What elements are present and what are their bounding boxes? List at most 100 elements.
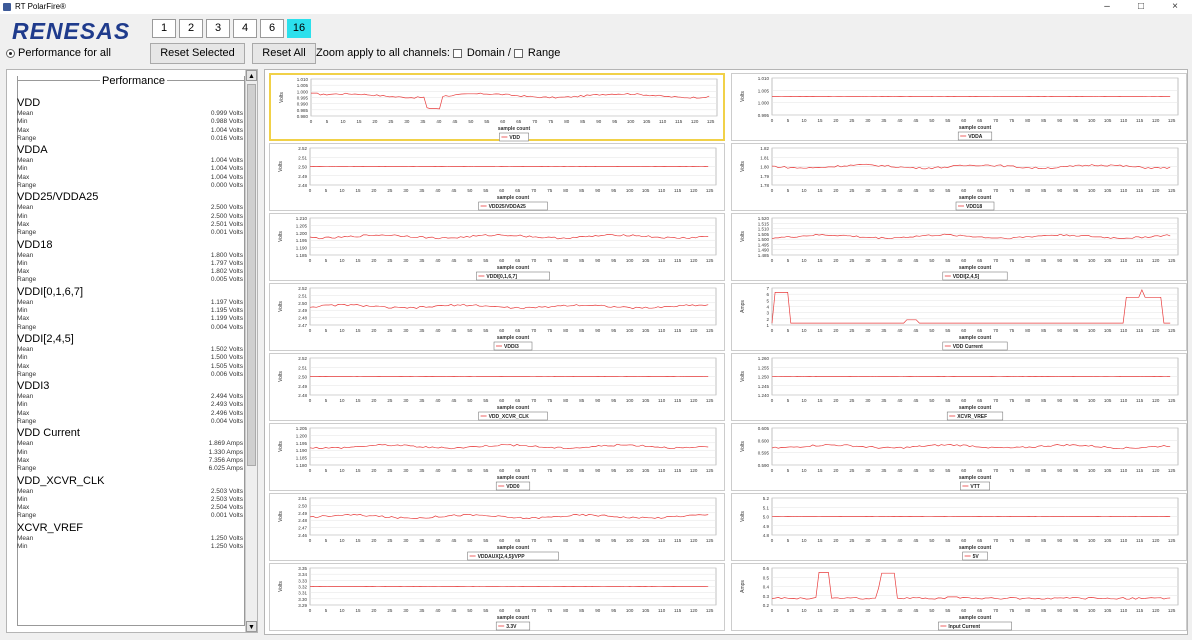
x-tick-label: 70 — [993, 468, 999, 473]
scroll-down-icon[interactable]: ▼ — [246, 621, 257, 632]
x-tick-label: 120 — [1152, 188, 1160, 193]
chart-panel[interactable]: 1.520 1.515 1.510 1.505 1.500 1.495 1.490 1.485… — [731, 213, 1187, 281]
range-checkbox[interactable] — [513, 48, 523, 58]
y-tick-label: 0.5 — [763, 575, 770, 580]
chart-panel[interactable]: 3.35 3.34 3.33 3.32 3.31 3.30 3.29 0 5 10 15 20 25 30… — [269, 563, 725, 631]
x-tick-label: 125 — [1168, 538, 1176, 543]
chart-panel[interactable]: 1.260 1.255 1.250 1.245 1.240 0 5 10 15 20 25 30 35 4… — [731, 353, 1187, 421]
stat-row: Mean 1.197 Volts — [17, 299, 245, 307]
x-tick-label: 35 — [419, 328, 425, 333]
line-chart: 2.51 2.50 2.49 2.48 2.47 2.460 5 10 15 20 25 30 35 40… — [278, 496, 717, 561]
x-tick-label: 85 — [1041, 608, 1047, 613]
page-button-4[interactable]: 4 — [233, 19, 257, 38]
x-tick-label: 40 — [435, 468, 441, 473]
chart-panel[interactable]: 2.52 2.51 2.50 2.49 2.48 0 5 10 15 20 25 30 35 40 45 50… — [269, 143, 725, 211]
scroll-thumb[interactable] — [247, 84, 256, 466]
x-tick-label: 30 — [404, 119, 410, 124]
x-tick-label: 100 — [626, 468, 634, 473]
y-tick-label: 1.005 — [297, 83, 309, 88]
chart-panel[interactable]: 1.010 1.005 1.000 0.995 0.990 0.985 0.980 0 5 10 1… — [269, 73, 725, 142]
x-tick-label: 5 — [787, 398, 790, 403]
chart-panel[interactable]: 7 6 5 4 3 2 1 0 5 10 15 20 25 30 35 40 45 50 55 60 65 70 75 80 8… — [731, 283, 1187, 351]
x-axis-label: sample count — [959, 475, 992, 481]
x-tick-label: 80 — [1025, 258, 1031, 263]
y-tick-label: 1.010 — [758, 76, 770, 81]
chart-panel[interactable]: 1.010 1.005 1.000 0.995 0 5 10 15 20 25 30 35 40 45 50… — [731, 73, 1187, 141]
performance-scrollbar[interactable]: ▲ ▼ — [245, 70, 257, 632]
x-tick-label: 5 — [787, 188, 790, 193]
chart-panel[interactable]: 1.210 1.205 1.200 1.195 1.190 1.185 0 5 10 15 20 25… — [269, 213, 725, 281]
x-tick-label: 100 — [627, 119, 635, 124]
stat-row: Range 0.005 Volts — [17, 276, 245, 284]
x-tick-label: 90 — [1057, 468, 1063, 473]
y-tick-label: 1.200 — [296, 231, 308, 236]
x-tick-label: 5 — [325, 258, 328, 263]
reset-all-button[interactable]: Reset All — [252, 43, 316, 64]
x-tick-label: 90 — [1057, 188, 1063, 193]
x-tick-label: 95 — [611, 468, 617, 473]
y-tick-label: 1.190 — [296, 448, 308, 453]
x-tick-label: 30 — [403, 258, 409, 263]
page-button-1[interactable]: 1 — [152, 19, 176, 38]
performance-for-all-radio[interactable]: Performance for all — [6, 47, 111, 59]
x-tick-label: 5 — [325, 328, 328, 333]
x-tick-label: 15 — [355, 468, 361, 473]
x-tick-label: 90 — [595, 328, 601, 333]
x-tick-label: 85 — [579, 608, 585, 613]
y-tick-label: 0.6 — [763, 566, 770, 571]
chart-panel[interactable]: 2.52 2.51 2.50 2.49 2.48 0 5 10 15 20 25 30 35 40 45 50… — [269, 353, 725, 421]
x-tick-label: 25 — [387, 608, 393, 613]
line-chart: 1.5201.5151.5101.5051.5001.4951.4901.485… — [740, 216, 1179, 281]
x-tick-label: 105 — [1104, 608, 1112, 613]
x-tick-label: 85 — [1041, 118, 1047, 123]
y-tick-label: 0.2 — [763, 603, 770, 608]
plot-area — [309, 427, 717, 466]
x-tick-label: 45 — [451, 258, 457, 263]
x-tick-label: 125 — [1168, 258, 1176, 263]
maximize-button[interactable]: □ — [1124, 0, 1158, 14]
x-tick-label: 45 — [451, 398, 457, 403]
chart-panel[interactable]: 0.605 0.600 0.595 0.590 0 5 10 15 20 25 30 35 40 45 50… — [731, 423, 1187, 491]
x-tick-label: 55 — [483, 258, 489, 263]
y-tick-label: 1.205 — [296, 223, 308, 228]
x-axis-label: sample count — [959, 335, 992, 341]
stat-value: 1.802 Volts — [210, 268, 243, 276]
domain-checkbox[interactable] — [452, 48, 462, 58]
x-tick-label: 50 — [467, 328, 473, 333]
reset-selected-button[interactable]: Reset Selected — [150, 43, 245, 64]
chart-panel[interactable]: 1.205 1.200 1.195 1.190 1.185 1.180 0 5 10 15 20 25… — [269, 423, 725, 491]
x-tick-label: 45 — [451, 328, 457, 333]
close-button[interactable]: × — [1158, 0, 1192, 14]
stat-row: Max 1.199 Volts — [17, 315, 245, 323]
stat-label: Min — [17, 118, 28, 126]
page-button-16[interactable]: 16 — [287, 19, 311, 38]
x-tick-label: 80 — [563, 398, 569, 403]
x-tick-label: 120 — [1152, 118, 1160, 123]
stat-label: Range — [17, 229, 37, 237]
page-button-3[interactable]: 3 — [206, 19, 230, 38]
x-tick-label: 30 — [403, 188, 409, 193]
x-tick-label: 70 — [993, 328, 999, 333]
x-tick-label: 75 — [1009, 258, 1015, 263]
scroll-up-icon[interactable]: ▲ — [246, 70, 257, 81]
y-tick-label: 2.51 — [298, 293, 307, 298]
x-tick-label: 100 — [1088, 468, 1096, 473]
stat-row: Min 0.988 Volts — [17, 118, 245, 126]
minimize-button[interactable]: – — [1090, 0, 1124, 14]
stat-label: Max — [17, 126, 30, 134]
page-button-6[interactable]: 6 — [260, 19, 284, 38]
page-button-2[interactable]: 2 — [179, 19, 203, 38]
stat-label: Max — [17, 315, 30, 323]
x-tick-label: 10 — [339, 188, 345, 193]
chart-panel[interactable]: 1.82 1.81 1.80 1.79 1.78 0 5 10 15 20 25 30 35 40 45 50… — [731, 143, 1187, 211]
x-tick-label: 15 — [817, 188, 823, 193]
chart-panel[interactable]: 5.2 5.1 5.0 4.9 4.8 0 5 10 15 20 25 30 35 40 45 50 55 60 6… — [731, 493, 1187, 561]
x-tick-label: 80 — [1025, 118, 1031, 123]
chart-panel[interactable]: 0.6 0.5 0.4 0.3 0.2 0 5 10 15 20 25 30 35 40 45 50 55 60 6… — [731, 563, 1187, 631]
legend-label: VDD Current — [953, 344, 983, 350]
x-tick-label: 110 — [658, 258, 666, 263]
x-axis-label: sample count — [497, 405, 530, 411]
chart-panel[interactable]: 2.52 2.51 2.50 2.49 2.48 2.47 0 5 10 15 20 25 30 35 40… — [269, 283, 725, 351]
chart-panel[interactable]: 2.51 2.50 2.49 2.48 2.47 2.46 0 5 10 15 20 25 30 35 40… — [269, 493, 725, 561]
x-tick-label: 95 — [1073, 118, 1079, 123]
